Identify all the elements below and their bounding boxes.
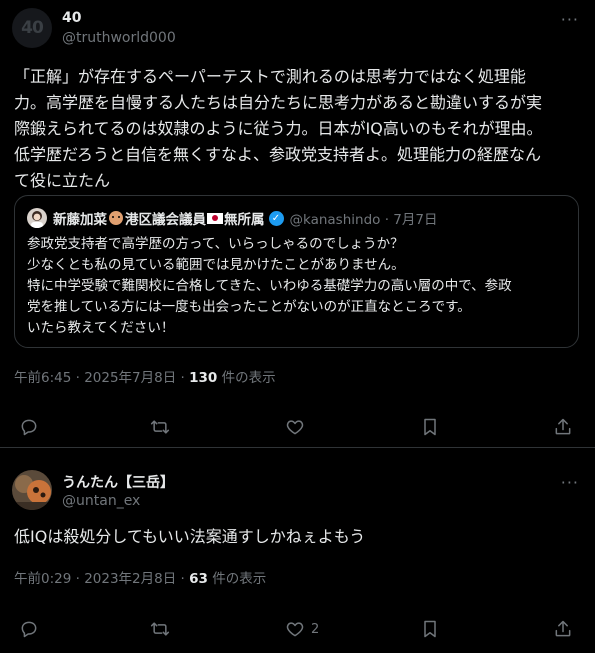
quoted-text-line: 参政党支持者で高学歴の方って、いらっしゃるのでしょうか？ (27, 236, 404, 252)
like-icon (286, 622, 304, 637)
like-icon (286, 420, 304, 435)
quoted-author-affiliation: 無所属 (224, 212, 265, 228)
bookmark-button[interactable] (420, 415, 480, 439)
repost-icon (150, 420, 170, 434)
quoted-handle-date: @kanashindo · 7月7日 (289, 212, 438, 228)
share-button[interactable] (553, 617, 595, 641)
post-text-line: 力。高学歴を自慢する人たちは自分たちに思考力があると勘違いするが実 (14, 93, 543, 112)
avatar[interactable] (12, 470, 52, 510)
repost-button[interactable] (150, 617, 210, 641)
post-text-line: 「正解」が存在するペーパーテストで測れるのは思考力ではなく処理能 (14, 67, 526, 86)
avatar[interactable]: 40 (12, 8, 52, 48)
bookmark-icon (424, 418, 436, 436)
like-button[interactable] (285, 415, 345, 439)
bookmark-icon (424, 620, 436, 638)
quoted-avatar (27, 208, 47, 228)
author-handle[interactable]: @truthworld000 (62, 30, 176, 46)
like-count: 2 (311, 621, 320, 637)
reply-button[interactable] (19, 415, 79, 439)
post-meta: 午前0:29 · 2023年2月8日 · 63 件の表示 (14, 567, 266, 587)
timestamp[interactable]: 午前6:45 · 2025年7月8日 · (14, 370, 189, 386)
author-name[interactable]: 40 (62, 10, 81, 26)
bookmark-button[interactable] (420, 617, 480, 641)
quoted-post-header: 新藤加菜 港区議会議員 無所属 ✓ @kanashindo · 7月7日 (27, 208, 437, 228)
post-text: 低IQは殺処分してもいい法案通すしかねぇよもう (14, 527, 366, 546)
avatar-logo-text: 40 (21, 18, 44, 38)
repost-button[interactable] (150, 415, 210, 439)
japan-flag-icon (207, 212, 223, 224)
share-icon (555, 418, 571, 435)
post-text-line: 低学歴だろうと自信を無くすなよ、参政党支持者よ。処理能力の経歴なん (14, 145, 542, 164)
quoted-text-line: 特に中学受験で難関校に合格してきた、いわゆる基礎学力の高い層の中で、参政 (27, 278, 512, 294)
more-options-icon[interactable]: ··· (561, 473, 579, 492)
view-count: 63 (189, 571, 208, 587)
view-label: 件の表示 (217, 370, 276, 386)
post-text-line: て役に立たん (14, 171, 111, 190)
timestamp[interactable]: 午前0:29 · 2023年2月8日 · (14, 571, 189, 587)
action-bar: 2 (0, 617, 595, 641)
like-button[interactable]: 2 (285, 617, 345, 641)
quoted-author-title: 港区議会議員 (125, 212, 206, 228)
reply-icon (21, 419, 37, 436)
action-bar (0, 415, 595, 439)
quoted-author-name: 新藤加菜 (53, 212, 107, 228)
repost-icon (150, 622, 170, 636)
view-count: 130 (189, 370, 218, 386)
quoted-text-line: いたら教えてください！ (27, 320, 175, 336)
face-emoji-icon (109, 211, 123, 225)
quoted-post[interactable]: 新藤加菜 港区議会議員 無所属 ✓ @kanashindo · 7月7日 参政党… (14, 195, 579, 348)
post-1: 40 40 @truthworld000 ··· 「正解」が存在するペーパーテス… (0, 0, 595, 448)
view-label: 件の表示 (207, 571, 267, 587)
post-text: 「正解」が存在するペーパーテストで測れるのは思考力ではなく処理能 力。高学歴を自… (14, 64, 582, 194)
quoted-text: 参政党支持者で高学歴の方って、いらっしゃるのでしょうか？ 少なくとも私の見ている… (27, 234, 572, 339)
post-meta: 午前6:45 · 2025年7月8日 · 130 件の表示 (14, 366, 276, 386)
reply-button[interactable] (19, 617, 79, 641)
author-handle[interactable]: @untan_ex (62, 493, 140, 509)
more-options-icon[interactable]: ··· (561, 10, 579, 29)
quoted-text-line: 党を推している方には一度も出会ったことがないのが正直なところです。 (27, 299, 471, 315)
author-name[interactable]: うんたん【三岳】 (62, 472, 174, 492)
post-text-line: 際鍛えられてるのは奴隷のように従う力。日本がIQ高いのもそれが理由。 (14, 119, 543, 138)
share-icon (555, 620, 571, 637)
reply-icon (21, 621, 37, 638)
verified-badge-icon: ✓ (268, 210, 284, 226)
share-button[interactable] (553, 415, 595, 439)
quoted-text-line: 少なくとも私の見ている範囲では見かけたことがありません。 (27, 257, 405, 273)
